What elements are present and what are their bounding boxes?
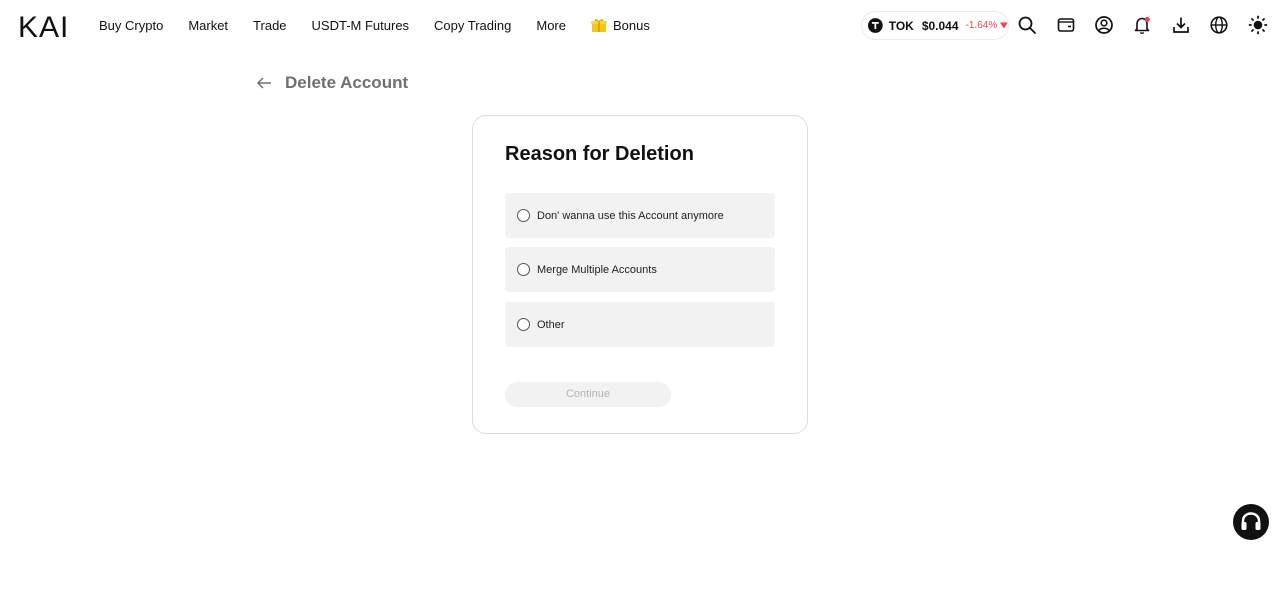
- headset-icon: [1241, 512, 1261, 530]
- price-ticker[interactable]: TOK $0.044 -1.64%: [861, 11, 1009, 40]
- radio-button[interactable]: [517, 263, 530, 276]
- ticker-change: -1.64%: [965, 20, 998, 31]
- nav-more[interactable]: More: [536, 18, 566, 33]
- radio-button[interactable]: [517, 209, 530, 222]
- nav-market[interactable]: Market: [188, 18, 228, 33]
- card-title: Reason for Deletion: [505, 143, 694, 165]
- reason-option-merge-accounts[interactable]: Merge Multiple Accounts: [505, 247, 775, 292]
- bell-icon[interactable]: [1132, 15, 1152, 35]
- token-logo-icon: [868, 18, 883, 33]
- nav-trade[interactable]: Trade: [253, 18, 286, 33]
- wallet-icon[interactable]: [1056, 15, 1076, 35]
- globe-icon[interactable]: [1209, 15, 1229, 35]
- search-icon[interactable]: [1017, 15, 1037, 35]
- radio-button[interactable]: [517, 318, 530, 331]
- option-label: Don' wanna use this Account anymore: [537, 209, 724, 222]
- kai-logo[interactable]: KAI: [18, 12, 74, 39]
- bonus-label: Bonus: [613, 17, 650, 33]
- svg-text:KAI: KAI: [18, 12, 69, 39]
- main-nav: Buy Crypto Market Trade USDT-M Futures C…: [99, 0, 675, 50]
- support-chat-button[interactable]: [1233, 504, 1269, 540]
- option-label: Other: [537, 318, 565, 331]
- page-title: Delete Account: [285, 73, 409, 92]
- ticker-symbol: TOK: [888, 18, 914, 33]
- download-icon[interactable]: [1171, 15, 1191, 35]
- nav-usdt-m-futures[interactable]: USDT-M Futures: [312, 18, 410, 33]
- gift-icon: [591, 19, 607, 32]
- ticker-price: $0.044: [921, 18, 959, 33]
- reason-option-other[interactable]: Other: [505, 302, 775, 347]
- top-navbar: KAI Buy Crypto Market Trade USDT-M Futur…: [0, 0, 1280, 50]
- back-arrow-icon[interactable]: [255, 74, 273, 92]
- user-icon[interactable]: [1094, 15, 1114, 35]
- caret-down-icon: [1000, 22, 1008, 29]
- sun-icon[interactable]: [1248, 15, 1268, 35]
- deletion-reason-card: Reason for Deletion Don' wanna use this …: [472, 115, 808, 434]
- option-label: Merge Multiple Accounts: [537, 263, 657, 276]
- nav-buy-crypto[interactable]: Buy Crypto: [99, 18, 163, 33]
- reason-option-no-longer-use[interactable]: Don' wanna use this Account anymore: [505, 193, 775, 238]
- nav-copy-trading[interactable]: Copy Trading: [434, 18, 511, 33]
- nav-bonus[interactable]: Bonus: [591, 18, 650, 33]
- continue-button[interactable]: Continue: [505, 382, 671, 407]
